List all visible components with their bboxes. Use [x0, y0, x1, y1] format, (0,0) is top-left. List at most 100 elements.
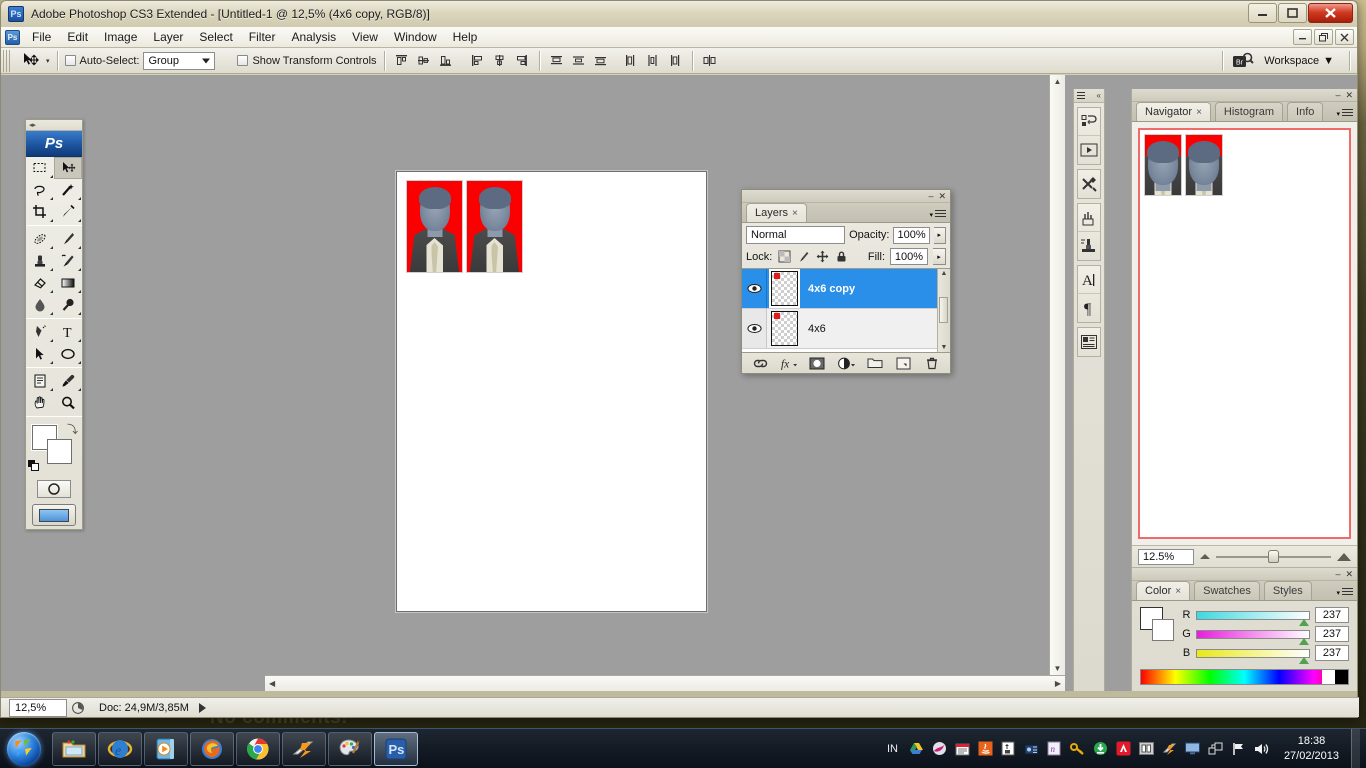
toolbox-collapse-handle[interactable]: ◂▸	[26, 120, 82, 131]
minimize-button[interactable]	[1248, 3, 1277, 23]
gradient-tool[interactable]	[54, 272, 82, 294]
lock-transparent-pixels-icon[interactable]	[777, 250, 791, 264]
close-button[interactable]	[1308, 3, 1353, 23]
network-icon[interactable]	[1207, 740, 1224, 757]
tab-color[interactable]: Color ×	[1136, 581, 1191, 600]
table-row[interactable]: 4x6 copy	[742, 269, 950, 309]
options-bar-grip[interactable]	[3, 49, 12, 72]
menu-edit[interactable]: Edit	[59, 28, 96, 46]
path-selection-tool[interactable]	[26, 343, 54, 365]
tab-styles[interactable]: Styles	[1263, 581, 1312, 600]
zoom-tool[interactable]	[54, 392, 82, 414]
status-zoom-input[interactable]: 12,5%	[9, 698, 67, 717]
fill-input[interactable]: 100%	[890, 248, 928, 265]
taskbar-windows-media-player[interactable]	[144, 731, 188, 766]
tab-layers[interactable]: Layers ×	[746, 203, 807, 222]
action-center-flag-icon[interactable]	[1230, 740, 1247, 757]
zoom-out-icon[interactable]	[1200, 554, 1210, 559]
taskbar-google-chrome[interactable]	[236, 731, 280, 766]
scroll-right-icon[interactable]: ▶	[1053, 677, 1063, 690]
blend-mode-dropdown[interactable]: Normal	[746, 226, 846, 244]
navigator-zoom-slider[interactable]	[1216, 550, 1331, 564]
avira-antivirus-icon[interactable]	[1115, 740, 1132, 757]
color-panel-close[interactable]: ✕	[1345, 569, 1353, 580]
maximize-button[interactable]	[1278, 3, 1307, 23]
canvas-vertical-scrollbar[interactable]: ▲ ▼	[1049, 75, 1065, 675]
slider-thumb[interactable]	[1298, 637, 1309, 645]
white-swatch[interactable]	[1322, 670, 1335, 684]
layer-thumbnail[interactable]	[771, 271, 798, 306]
navigator-panel-minimize[interactable]: –	[1335, 90, 1340, 100]
menu-help[interactable]: Help	[445, 28, 486, 46]
auto-select-dropdown[interactable]: Group	[143, 51, 216, 70]
edit-in-quick-mask-mode-icon[interactable]	[37, 480, 71, 498]
close-icon[interactable]: ×	[1196, 107, 1202, 118]
menu-filter[interactable]: Filter	[241, 28, 284, 46]
distribute-link-icon[interactable]	[700, 51, 720, 71]
eyedropper-tool[interactable]	[54, 370, 82, 392]
default-colors-icon[interactable]	[28, 460, 39, 471]
scrollbar-thumb[interactable]	[939, 297, 948, 323]
taskbar-adobe-photoshop[interactable]: Ps	[374, 731, 418, 766]
slider-thumb[interactable]	[1298, 618, 1309, 626]
clone-source-icon[interactable]	[1078, 232, 1100, 260]
tab-info[interactable]: Info	[1287, 102, 1324, 121]
volume-icon[interactable]	[1253, 740, 1270, 757]
scroll-down-icon[interactable]: ▼	[1052, 662, 1064, 675]
red-value-input[interactable]: 237	[1315, 607, 1349, 623]
document-minimize-button[interactable]	[1293, 29, 1312, 45]
taskbar-mozilla-firefox[interactable]	[190, 731, 234, 766]
dodge-tool[interactable]	[54, 294, 82, 316]
table-row[interactable]: 4x6	[742, 309, 950, 349]
lock-all-icon[interactable]	[834, 250, 848, 264]
show-transform-checkbox[interactable]	[237, 55, 249, 66]
add-layer-mask-icon[interactable]	[808, 355, 826, 371]
slice-tool[interactable]	[54, 201, 82, 223]
tab-swatches[interactable]: Swatches	[1194, 581, 1260, 600]
winamp-agent-icon[interactable]	[1161, 740, 1178, 757]
play-icon[interactable]	[1078, 136, 1100, 164]
layers-panel-titlebar[interactable]: – ✕	[742, 190, 950, 203]
move-tool[interactable]	[54, 157, 82, 179]
horizontal-type-tool[interactable]: T	[54, 321, 82, 343]
calendar-icon[interactable]	[954, 740, 971, 757]
fill-slider-button[interactable]: ▸	[933, 248, 946, 265]
menu-select[interactable]: Select	[191, 28, 240, 46]
layers-panel-minimize[interactable]: –	[928, 191, 933, 201]
status-menu-icon[interactable]	[198, 702, 206, 713]
java-update-icon[interactable]	[977, 740, 994, 757]
blue-value-input[interactable]: 237	[1315, 645, 1349, 661]
distribute-horizontal-centers-icon[interactable]	[643, 51, 663, 71]
opacity-slider-button[interactable]: ▸	[933, 226, 946, 244]
layer-visibility-toggle[interactable]	[742, 309, 767, 348]
change-screen-mode-icon[interactable]	[32, 504, 76, 526]
pen-tool[interactable]	[26, 321, 54, 343]
lock-image-pixels-icon[interactable]	[796, 250, 810, 264]
align-left-edges-icon[interactable]	[468, 51, 488, 71]
tab-navigator[interactable]: Navigator ×	[1136, 102, 1211, 121]
magic-wand-tool[interactable]	[54, 179, 82, 201]
align-top-edges-icon[interactable]	[392, 51, 412, 71]
layer-list-scrollbar[interactable]: ▲ ▼	[937, 269, 950, 352]
add-layer-style-icon[interactable]: fx	[780, 355, 798, 371]
layer-visibility-toggle[interactable]	[742, 269, 767, 308]
layer-comps-icon[interactable]	[1078, 328, 1100, 356]
usb-eject-icon[interactable]	[1000, 740, 1017, 757]
display-icon[interactable]	[1184, 740, 1201, 757]
brush-tool[interactable]	[54, 228, 82, 250]
new-adjustment-layer-icon[interactable]	[837, 355, 855, 371]
link-layers-icon[interactable]	[751, 355, 769, 371]
scroll-left-icon[interactable]: ◀	[267, 677, 277, 690]
align-bottom-edges-icon[interactable]	[436, 51, 456, 71]
lock-position-icon[interactable]	[815, 250, 829, 264]
layers-panel-close[interactable]: ✕	[938, 191, 946, 202]
directx-icon[interactable]	[1138, 740, 1155, 757]
notes-tool[interactable]	[26, 370, 54, 392]
color-panel-menu-button[interactable]: ▾	[1336, 588, 1353, 597]
align-horizontal-centers-icon[interactable]	[490, 51, 510, 71]
menu-image[interactable]: Image	[96, 28, 145, 46]
scroll-up-icon[interactable]: ▲	[941, 269, 948, 278]
tool-preset-caret-icon[interactable]: ▾	[46, 57, 50, 65]
taskbar-microsoft-paint[interactable]	[328, 731, 372, 766]
show-desktop-button[interactable]	[1351, 728, 1360, 768]
